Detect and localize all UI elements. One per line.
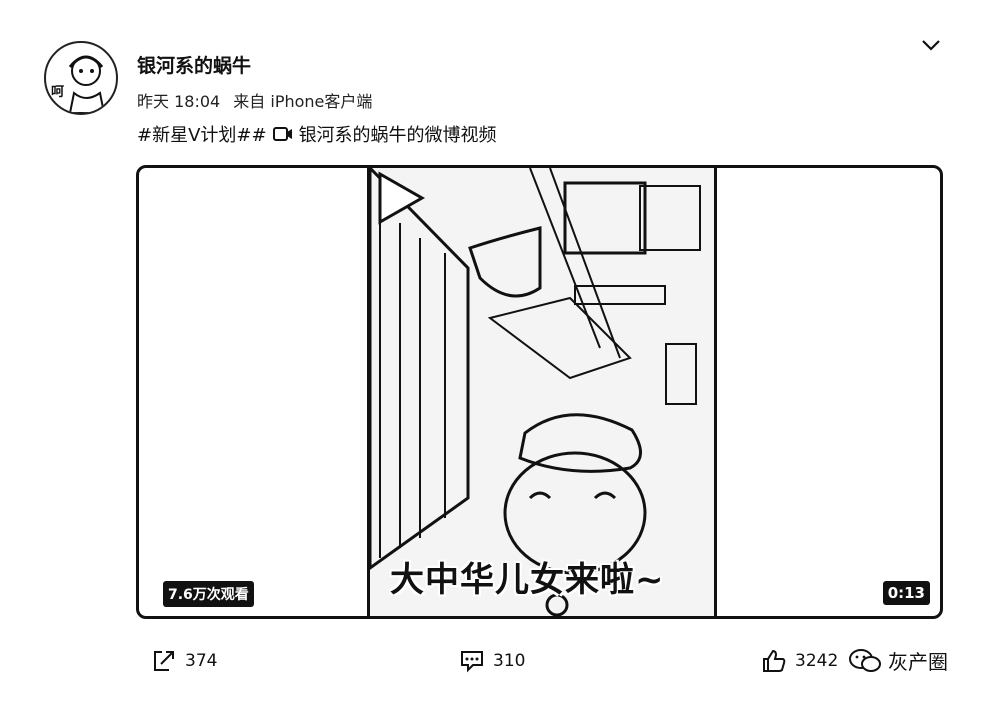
chevron-down-icon[interactable] (920, 34, 942, 56)
watermark-text: 灰产圈 (888, 650, 948, 674)
like-icon (763, 649, 786, 672)
comment-button[interactable]: 310 (459, 648, 525, 674)
post-text: #新星V计划## 银河系的蜗牛的微博视频 (137, 121, 497, 147)
video-link[interactable]: 银河系的蜗牛的微博视频 (299, 121, 497, 147)
comment-count: 310 (493, 651, 526, 671)
avatar-illustration (68, 55, 106, 113)
post-source: 来自 iPhone客户端 (233, 92, 373, 111)
username-link[interactable]: 银河系的蜗牛 (137, 51, 251, 78)
duration-badge: 0:13 (882, 581, 930, 605)
share-count: 374 (185, 651, 218, 671)
watermark: 灰产圈 (848, 646, 948, 675)
share-button[interactable]: 374 (151, 648, 217, 674)
video-frame: 大中华儿女来啦~ (367, 168, 717, 616)
play-icon[interactable] (370, 168, 430, 228)
share-icon (154, 651, 174, 671)
video-player[interactable]: 大中华儿女来啦~ 7.6万次观看 0:13 (136, 165, 943, 619)
post-meta: 昨天 18:04 来自 iPhone客户端 (137, 88, 380, 112)
hashtag-link[interactable]: #新星V计划## (137, 121, 267, 147)
post-avatar[interactable]: 呵 (44, 41, 118, 115)
video-frame-illustration (370, 168, 714, 616)
like-count: 3242 (795, 651, 839, 671)
like-button[interactable]: 3242 (761, 648, 838, 674)
view-count-badge: 7.6万次观看 (163, 581, 254, 607)
avatar-text: 呵 (51, 85, 65, 100)
comment-icon (461, 651, 483, 673)
video-icon (272, 127, 292, 141)
video-caption: 大中华儿女来啦~ (390, 560, 665, 600)
wechat-icon (849, 648, 881, 672)
post-time[interactable]: 昨天 18:04 (137, 92, 220, 111)
